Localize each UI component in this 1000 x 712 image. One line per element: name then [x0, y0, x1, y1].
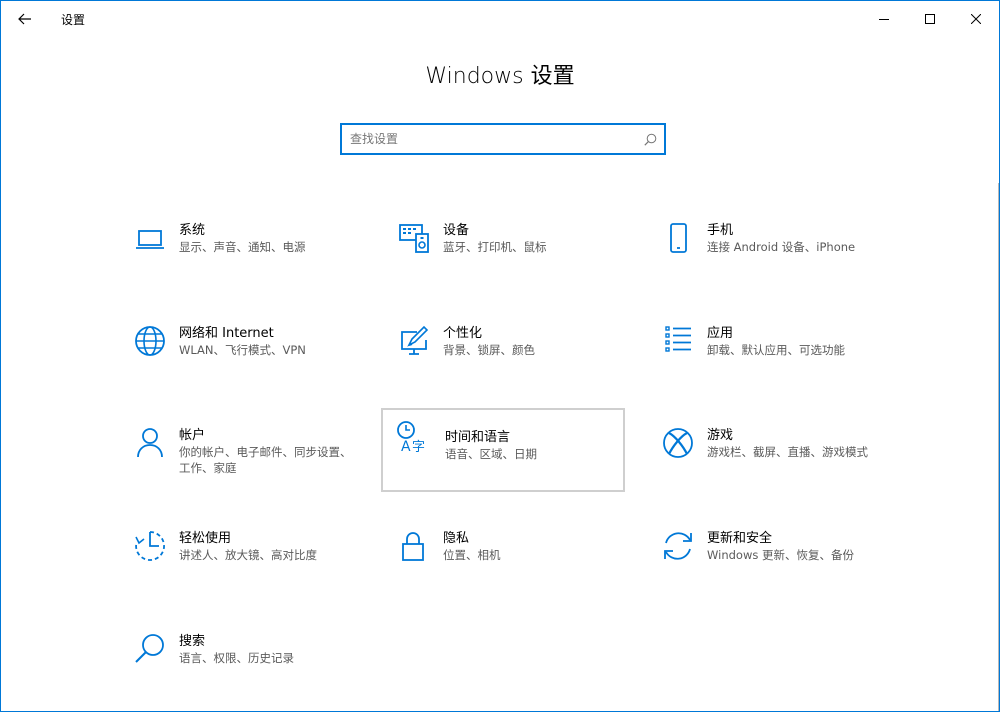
close-icon — [971, 14, 981, 24]
tile-personalization[interactable]: 个性化 背景、锁屏、颜色 — [389, 312, 633, 394]
tile-phone[interactable]: 手机 连接 Android 设备、iPhone — [653, 209, 897, 291]
tile-update-security[interactable]: 更新和安全 Windows 更新、恢复、备份 — [653, 517, 897, 599]
tile-name: 时间和语言 — [445, 430, 511, 445]
page-heading: Windows 设置 — [425, 64, 575, 89]
tile-privacy[interactable]: 隐私 位置、相机 — [389, 517, 633, 599]
caption-buttons — [861, 1, 999, 37]
tile-name: 应用 — [707, 326, 734, 341]
tile-description: 显示、声音、通知、电源 — [179, 240, 306, 254]
lock-icon — [397, 529, 431, 563]
tile-description: 语言、权限、历史记录 — [179, 651, 294, 665]
svg-text:A: A — [401, 439, 411, 454]
phone-icon — [661, 221, 695, 255]
magnifier-icon[interactable] — [636, 126, 664, 152]
tile-name: 网络和 Internet — [179, 326, 274, 341]
tile-ease-of-access[interactable]: 轻松使用 讲述人、放大镜、高对比度 — [125, 517, 369, 599]
tile-name: 游戏 — [707, 428, 734, 443]
person-icon — [133, 426, 167, 460]
back-arrow-icon — [18, 13, 32, 25]
scrollbar-track[interactable] — [998, 183, 999, 711]
tile-description: 位置、相机 — [443, 548, 501, 562]
tile-system[interactable]: 系统 显示、声音、通知、电源 — [125, 209, 369, 291]
tile-description: 讲述人、放大镜、高对比度 — [179, 548, 317, 562]
time-language-icon: A字 — [395, 420, 429, 454]
tile-description: 连接 Android 设备、iPhone — [707, 240, 856, 254]
back-button[interactable] — [1, 1, 49, 37]
tile-gaming[interactable]: 游戏 游戏栏、截屏、直播、游戏模式 — [653, 414, 897, 496]
svg-text:字: 字 — [412, 440, 425, 454]
minimize-button[interactable] — [861, 1, 907, 37]
search-input[interactable] — [342, 126, 636, 152]
search-icon — [133, 632, 167, 666]
close-button[interactable] — [953, 1, 999, 37]
ease-of-access-icon — [133, 529, 167, 563]
xbox-icon — [661, 426, 695, 460]
tile-name: 个性化 — [443, 326, 483, 341]
tile-description: 卸载、默认应用、可选功能 — [707, 343, 845, 357]
tile-name: 设备 — [443, 223, 470, 238]
tile-network[interactable]: 网络和 Internet WLAN、飞行模式、VPN — [125, 312, 369, 394]
tile-name: 搜索 — [179, 634, 206, 649]
title-bar: 设置 — [1, 1, 999, 37]
tile-description: Windows 更新、恢复、备份 — [707, 548, 854, 562]
minimize-icon — [879, 14, 889, 24]
tile-devices[interactable]: 设备 蓝牙、打印机、鼠标 — [389, 209, 633, 291]
paint-icon — [397, 324, 431, 358]
tile-search[interactable]: 搜索 语言、权限、历史记录 — [125, 620, 369, 702]
tile-accounts[interactable]: 帐户 你的帐户、电子邮件、同步设置、工作、家庭 — [125, 414, 369, 496]
tile-description: 你的帐户、电子邮件、同步设置、工作、家庭 — [179, 445, 352, 475]
update-icon — [661, 529, 695, 563]
tile-description: 背景、锁屏、颜色 — [443, 343, 535, 357]
settings-window: 设置 Windows 设置 查找设置 系统 显示、声音、通知、电源 设备 蓝牙、… — [0, 0, 1000, 712]
search-box[interactable] — [340, 123, 666, 155]
tile-description: 蓝牙、打印机、鼠标 — [443, 240, 547, 254]
tile-description: 游戏栏、截屏、直播、游戏模式 — [707, 445, 868, 459]
maximize-button[interactable] — [907, 1, 953, 37]
tile-name: 轻松使用 — [179, 531, 232, 546]
devices-icon — [397, 221, 431, 255]
tile-description: WLAN、飞行模式、VPN — [179, 343, 306, 357]
tile-name: 手机 — [707, 223, 734, 238]
tile-time-language[interactable]: A字 时间和语言 语音、区域、日期 — [381, 408, 625, 492]
maximize-icon — [925, 14, 935, 24]
apps-list-icon — [661, 324, 695, 358]
window-title: 设置 — [61, 12, 86, 27]
tile-name: 更新和安全 — [707, 531, 773, 546]
tile-name: 系统 — [179, 223, 206, 238]
globe-icon — [133, 324, 167, 358]
tile-name: 帐户 — [179, 428, 206, 443]
tile-name: 隐私 — [443, 531, 470, 546]
tile-description: 语音、区域、日期 — [445, 447, 537, 461]
laptop-icon — [133, 221, 167, 255]
tile-apps[interactable]: 应用 卸载、默认应用、可选功能 — [653, 312, 897, 394]
